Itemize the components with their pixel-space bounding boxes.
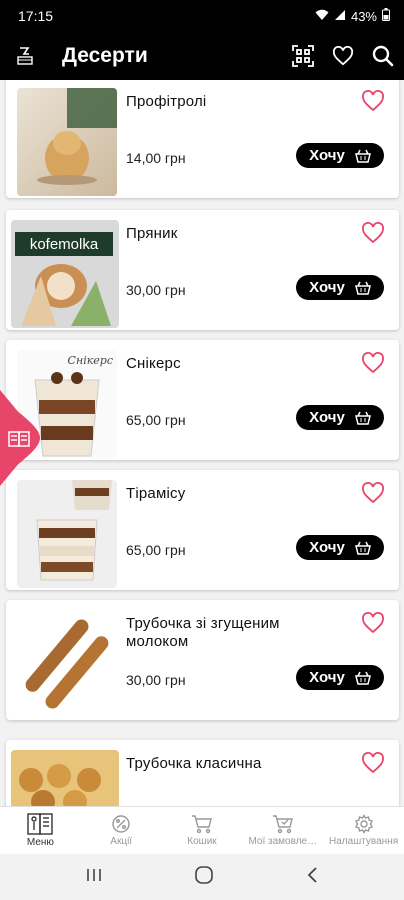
wifi-icon bbox=[315, 9, 329, 24]
basket-icon bbox=[354, 149, 371, 163]
status-bar: 17:15 43% bbox=[0, 0, 404, 32]
want-button-label: Хочу bbox=[309, 409, 345, 426]
product-image bbox=[17, 88, 117, 196]
nav-cart[interactable]: Кошик bbox=[162, 807, 243, 854]
system-navigation bbox=[0, 854, 404, 900]
product-price: 30,00 грн bbox=[126, 282, 186, 298]
product-image bbox=[11, 750, 119, 806]
product-name: Снікерс bbox=[126, 355, 181, 372]
product-name: Трубочка зі згущеним молоком bbox=[126, 615, 280, 650]
product-image bbox=[17, 610, 117, 718]
favorite-heart-icon[interactable] bbox=[361, 222, 385, 249]
battery-percent: 43% bbox=[350, 8, 377, 24]
product-price: 30,00 грн bbox=[126, 672, 186, 688]
product-price: 14,00 грн bbox=[126, 150, 186, 166]
favorite-heart-icon[interactable] bbox=[361, 90, 385, 117]
product-card[interactable]: Профітролі 14,00 грн Хочу bbox=[6, 80, 399, 198]
favorite-heart-icon[interactable] bbox=[361, 612, 385, 639]
want-button[interactable]: Хочу bbox=[296, 665, 384, 690]
thumb-caption: Снікерс bbox=[67, 354, 113, 367]
recent-apps-icon[interactable] bbox=[85, 867, 103, 888]
cart-icon bbox=[191, 815, 212, 834]
home-icon[interactable] bbox=[194, 865, 214, 890]
product-image bbox=[17, 480, 117, 588]
favorite-heart-icon[interactable] bbox=[361, 482, 385, 509]
product-card[interactable]: Тірамісу 65,00 грн Хочу bbox=[6, 470, 399, 590]
want-button-label: Хочу bbox=[309, 539, 345, 556]
gear-icon bbox=[354, 814, 373, 834]
favorite-heart-icon[interactable] bbox=[361, 352, 385, 379]
page-title: Десерти bbox=[62, 44, 148, 67]
want-button[interactable]: Хочу bbox=[296, 275, 384, 300]
basket-icon bbox=[354, 671, 371, 685]
nav-label: Кошик bbox=[187, 836, 217, 847]
nav-settings[interactable]: Налаштування bbox=[323, 807, 404, 854]
product-price: 65,00 грн bbox=[126, 542, 186, 558]
nav-orders[interactable]: Мої замовле… bbox=[242, 807, 323, 854]
nav-menu[interactable]: Меню bbox=[0, 807, 81, 854]
want-button[interactable]: Хочу bbox=[296, 405, 384, 430]
basket-icon bbox=[354, 541, 371, 555]
nav-label: Мої замовле… bbox=[248, 836, 318, 847]
want-button[interactable]: Хочу bbox=[296, 535, 384, 560]
app-logo-icon[interactable] bbox=[14, 45, 36, 67]
product-card[interactable]: Снікерс Снікерс 65,00 грн Хочу bbox=[6, 340, 399, 460]
basket-icon bbox=[354, 281, 371, 295]
nav-label: Акції bbox=[110, 836, 133, 847]
product-list: Профітролі 14,00 грн Хочу kofemolka Прян… bbox=[0, 80, 404, 806]
want-button-label: Хочу bbox=[309, 279, 345, 296]
nav-promotions[interactable]: Акції bbox=[81, 807, 162, 854]
product-name: Трубочка класична bbox=[126, 755, 262, 772]
product-card[interactable]: kofemolka Пряник 30,00 грн Хочу bbox=[6, 210, 399, 330]
orders-icon bbox=[272, 815, 293, 834]
want-button-label: Хочу bbox=[309, 147, 345, 164]
nav-label: Меню bbox=[26, 837, 54, 848]
product-card[interactable]: Трубочка класична bbox=[6, 740, 399, 806]
status-icons: 43% bbox=[315, 8, 390, 24]
favorites-heart-icon[interactable] bbox=[332, 46, 354, 66]
app-bar: Десерти bbox=[0, 32, 404, 80]
product-name: Пряник bbox=[126, 225, 178, 242]
want-button[interactable]: Хочу bbox=[296, 143, 384, 168]
product-image: kofemolka bbox=[11, 220, 119, 328]
search-icon[interactable] bbox=[372, 45, 394, 67]
signal-icon bbox=[334, 9, 346, 24]
thumb-sign: kofemolka bbox=[15, 232, 113, 256]
bottom-navigation: Меню Акції Кошик Мої замовле… Налаштуван… bbox=[0, 806, 404, 854]
percent-icon bbox=[112, 815, 130, 833]
want-button-label: Хочу bbox=[309, 669, 345, 686]
product-card[interactable]: Трубочка зі згущеним молоком 30,00 грн Х… bbox=[6, 600, 399, 720]
side-menu-tab[interactable] bbox=[0, 390, 40, 486]
status-time: 17:15 bbox=[18, 8, 54, 24]
nav-label: Налаштування bbox=[329, 836, 399, 847]
menu-book-icon bbox=[27, 813, 54, 835]
product-name: Профітролі bbox=[126, 93, 207, 110]
product-name: Тірамісу bbox=[126, 485, 186, 502]
battery-icon bbox=[382, 8, 390, 24]
product-price: 65,00 грн bbox=[126, 412, 186, 428]
favorite-heart-icon[interactable] bbox=[361, 752, 385, 779]
back-icon[interactable] bbox=[305, 866, 319, 889]
qr-scan-icon[interactable] bbox=[292, 45, 314, 67]
basket-icon bbox=[354, 411, 371, 425]
